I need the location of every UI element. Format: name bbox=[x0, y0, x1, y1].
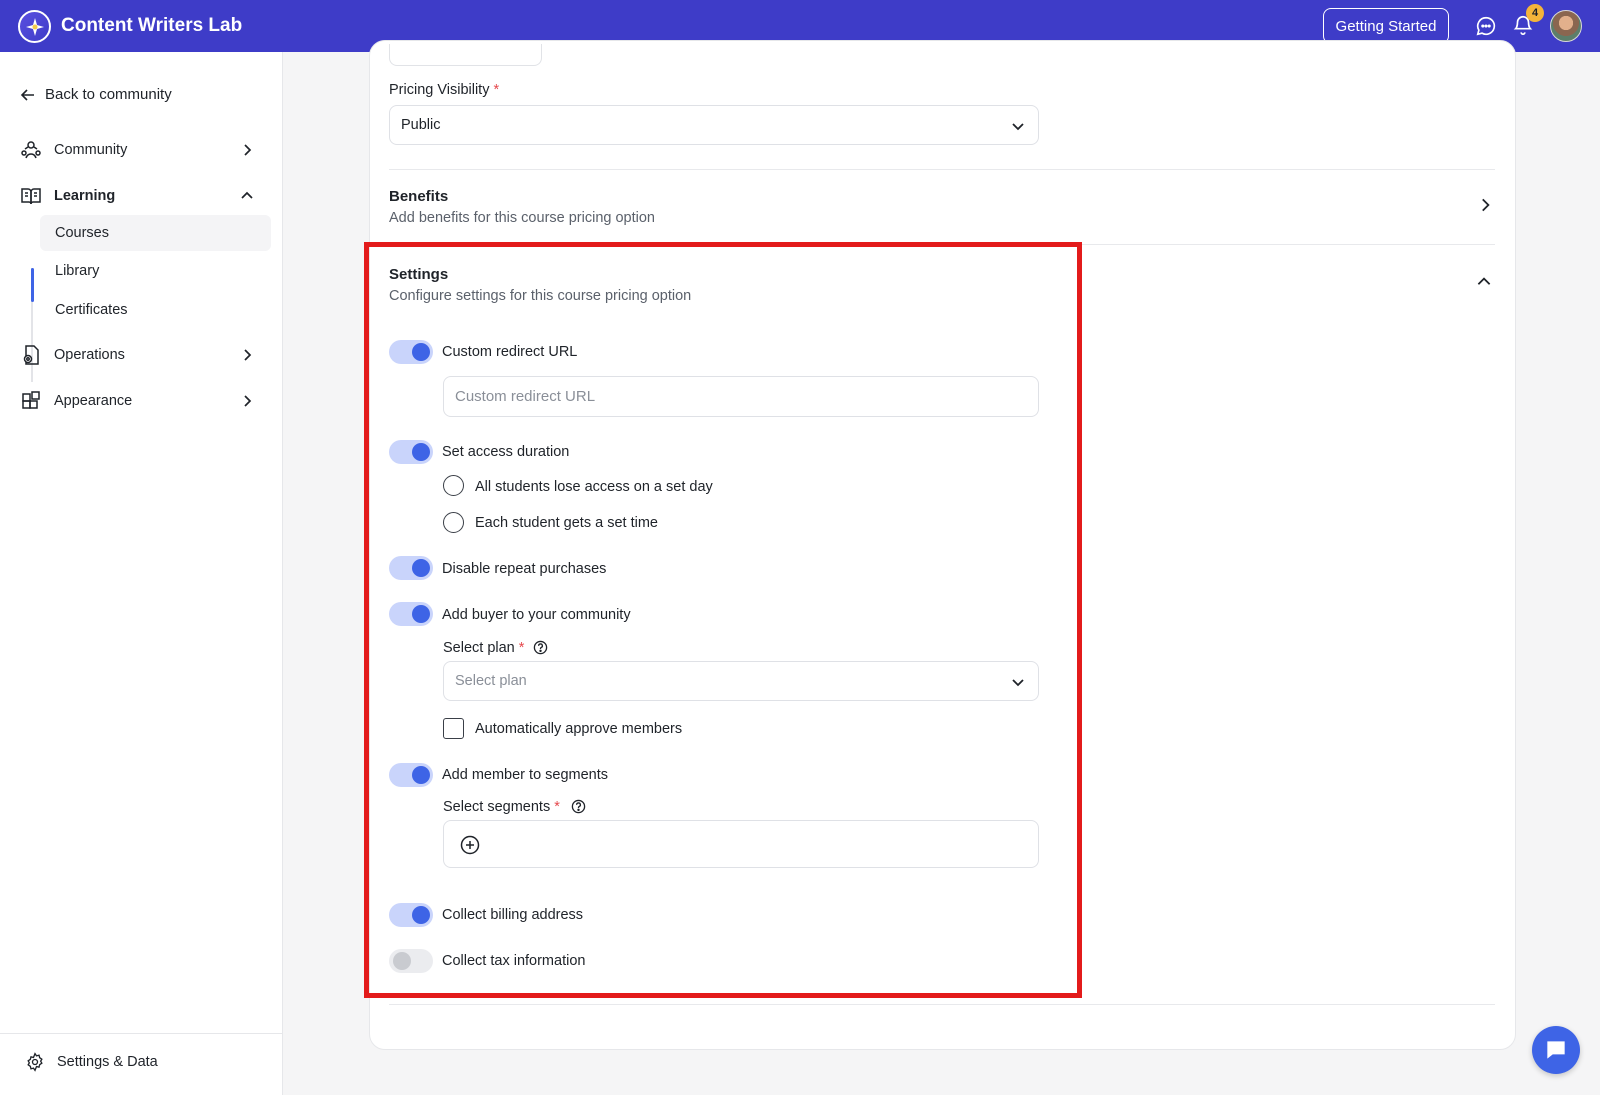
back-to-community-link[interactable]: Back to community bbox=[20, 86, 172, 103]
help-circle-icon[interactable] bbox=[533, 640, 548, 655]
settings-subtitle: Configure settings for this course prici… bbox=[389, 288, 692, 304]
app-logo-icon[interactable] bbox=[18, 10, 51, 43]
pricing-visibility-select[interactable]: Public bbox=[389, 105, 1039, 145]
add-buyer-to-community-label: Add buyer to your community bbox=[442, 607, 631, 623]
support-chat-button[interactable] bbox=[1532, 1026, 1580, 1074]
chevron-right-icon bbox=[244, 395, 252, 407]
arrow-left-icon bbox=[20, 88, 34, 101]
select-segments-label: Select segments * bbox=[443, 799, 560, 815]
sidebar-subitem-courses[interactable]: Courses bbox=[40, 215, 271, 251]
select-segments-label-text: Select segments bbox=[443, 799, 551, 815]
access-duration-label: Set access duration bbox=[442, 444, 570, 460]
radio-lose-access-set-day[interactable] bbox=[443, 475, 464, 496]
settings-title: Settings bbox=[389, 266, 449, 283]
sidebar-item-appearance[interactable]: Appearance bbox=[20, 386, 265, 416]
required-marker: * bbox=[518, 640, 525, 656]
sidebar-item-label: Learning bbox=[54, 188, 116, 204]
select-segments-field[interactable] bbox=[443, 820, 1039, 868]
auto-approve-members-checkbox[interactable] bbox=[443, 718, 464, 739]
pricing-visibility-value: Public bbox=[401, 117, 441, 133]
sidebar-subitem-certificates[interactable]: Certificates bbox=[40, 292, 271, 328]
benefits-subtitle: Add benefits for this course pricing opt… bbox=[389, 210, 655, 226]
sidebar-item-label: Community bbox=[54, 142, 128, 158]
add-segment-plus-icon[interactable] bbox=[460, 835, 480, 855]
sidebar-item-label: Appearance bbox=[54, 393, 133, 409]
notification-badge: 4 bbox=[1526, 4, 1544, 22]
disable-repeat-purchases-label: Disable repeat purchases bbox=[442, 561, 607, 577]
sidebar-item-community[interactable]: Community bbox=[20, 135, 265, 165]
help-circle-icon[interactable] bbox=[571, 799, 586, 814]
pricing-visibility-label-text: Pricing Visibility bbox=[389, 82, 490, 98]
divider bbox=[389, 169, 1495, 170]
previous-field-box bbox=[389, 44, 542, 66]
chat-icon[interactable] bbox=[1475, 15, 1497, 37]
chevron-down-icon bbox=[1012, 679, 1024, 687]
collect-billing-address-toggle[interactable] bbox=[389, 903, 433, 927]
appearance-icon bbox=[22, 391, 40, 409]
brand-name[interactable]: Content Writers Lab bbox=[61, 15, 242, 37]
chevron-right-icon bbox=[244, 349, 252, 361]
sidebar-item-learning[interactable]: Learning bbox=[20, 181, 265, 211]
sidebar-item-operations[interactable]: Operations bbox=[20, 340, 265, 370]
chevron-down-icon bbox=[1012, 123, 1024, 131]
select-plan-dropdown[interactable]: Select plan bbox=[443, 661, 1039, 701]
required-marker: * bbox=[493, 82, 500, 98]
access-duration-toggle[interactable] bbox=[389, 440, 433, 464]
submenu-active-indicator bbox=[31, 268, 34, 302]
sidebar: Back to community Community Learning Cou… bbox=[0, 52, 283, 1095]
book-icon bbox=[21, 188, 41, 205]
select-plan-label-text: Select plan bbox=[443, 640, 515, 656]
settings-and-data-label: Settings & Data bbox=[57, 1054, 158, 1070]
benefits-title: Benefits bbox=[389, 188, 449, 205]
auto-approve-members-label: Automatically approve members bbox=[475, 721, 683, 737]
chevron-up-icon bbox=[241, 191, 253, 199]
back-to-community-label: Back to community bbox=[45, 86, 172, 103]
collect-billing-address-label: Collect billing address bbox=[442, 907, 584, 923]
avatar[interactable] bbox=[1550, 10, 1582, 42]
chat-bubble-icon bbox=[1547, 1041, 1565, 1059]
custom-redirect-toggle[interactable] bbox=[389, 340, 433, 364]
custom-redirect-url-input[interactable] bbox=[443, 376, 1039, 417]
settings-collapse-chevron-icon[interactable] bbox=[1475, 273, 1493, 291]
pricing-option-card bbox=[369, 40, 1516, 1050]
divider bbox=[389, 244, 1495, 245]
pricing-visibility-label: Pricing Visibility * bbox=[389, 82, 499, 98]
sidebar-item-label: Operations bbox=[54, 347, 125, 363]
benefits-expand-chevron-icon[interactable] bbox=[1476, 196, 1494, 214]
radio-label: Each student gets a set time bbox=[475, 515, 658, 531]
add-member-to-segments-toggle[interactable] bbox=[389, 763, 433, 787]
radio-each-student-set-time[interactable] bbox=[443, 512, 464, 533]
disable-repeat-purchases-toggle[interactable] bbox=[389, 556, 433, 580]
collect-tax-information-toggle[interactable] bbox=[389, 949, 433, 973]
divider bbox=[389, 1004, 1495, 1005]
add-member-to-segments-label: Add member to segments bbox=[442, 767, 609, 783]
add-buyer-to-community-toggle[interactable] bbox=[389, 602, 433, 626]
select-plan-label: Select plan * bbox=[443, 640, 524, 656]
getting-started-button[interactable]: Getting Started bbox=[1323, 8, 1449, 44]
settings-and-data-link[interactable]: Settings & Data bbox=[25, 1052, 158, 1072]
community-icon bbox=[21, 141, 41, 159]
operations-icon bbox=[23, 345, 39, 365]
select-plan-placeholder: Select plan bbox=[455, 673, 527, 689]
sidebar-subitem-library[interactable]: Library bbox=[40, 253, 271, 289]
sparkle-icon bbox=[25, 17, 44, 36]
custom-redirect-label: Custom redirect URL bbox=[442, 344, 578, 360]
required-marker: * bbox=[554, 799, 560, 815]
chevron-right-icon bbox=[244, 144, 252, 156]
collect-tax-information-label: Collect tax information bbox=[442, 953, 586, 969]
gear-icon bbox=[27, 1052, 43, 1072]
radio-label: All students lose access on a set day bbox=[475, 479, 713, 495]
